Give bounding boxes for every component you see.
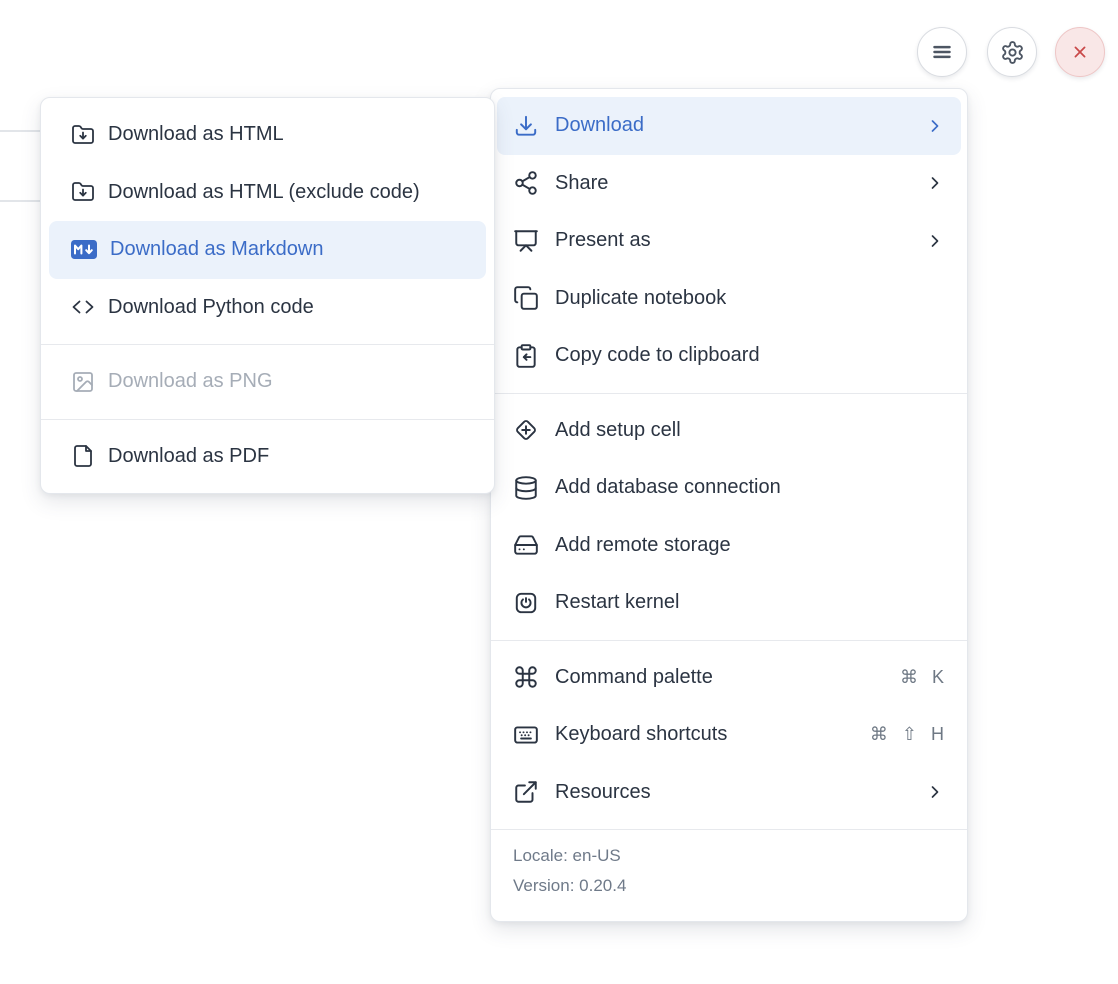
version-text: Version: 0.20.4	[513, 871, 945, 901]
menu-item-add-database-connection[interactable]: Add database connection	[491, 459, 967, 517]
hard-drive-icon	[513, 532, 539, 558]
image-icon	[71, 370, 95, 394]
menu-item-copy-code[interactable]: Copy code to clipboard	[491, 327, 967, 385]
menu-item-label: Download as HTML	[108, 123, 284, 146]
clipboard-copy-icon	[513, 343, 539, 369]
menu-divider	[41, 419, 494, 420]
submenu-item-download-python-code[interactable]: Download Python code	[41, 279, 494, 337]
settings-button[interactable]	[987, 27, 1037, 77]
menu-divider	[41, 344, 494, 345]
menu-item-label: Add remote storage	[555, 534, 731, 557]
menu-item-label: Duplicate notebook	[555, 287, 726, 310]
menu-item-command-palette[interactable]: Command palette ⌘ K	[491, 649, 967, 707]
database-icon	[513, 475, 539, 501]
chevron-right-icon	[925, 116, 945, 136]
download-icon	[513, 113, 539, 139]
submenu-item-download-html-exclude-code[interactable]: Download as HTML (exclude code)	[41, 164, 494, 222]
chevron-right-icon	[925, 782, 945, 802]
menu-item-label: Download as PDF	[108, 445, 269, 468]
menu-item-label: Download as HTML (exclude code)	[108, 181, 420, 204]
shortcut-hint: ⌘ ⇧ H	[870, 724, 945, 745]
menu-divider	[491, 640, 967, 641]
menu-item-label: Keyboard shortcuts	[555, 723, 727, 746]
submenu-item-download-png[interactable]: Download as PNG	[41, 353, 494, 411]
keyboard-icon	[513, 722, 539, 748]
external-link-icon	[513, 779, 539, 805]
download-submenu: Download as HTML Download as HTML (exclu…	[40, 97, 495, 494]
code-icon	[71, 295, 95, 319]
menu-item-duplicate-notebook[interactable]: Duplicate notebook	[491, 270, 967, 328]
folder-download-icon	[71, 180, 95, 204]
menu-item-label: Copy code to clipboard	[555, 344, 760, 367]
menu-item-resources[interactable]: Resources	[491, 764, 967, 822]
command-icon	[513, 664, 539, 690]
menu-item-label: Download	[555, 114, 644, 137]
gear-icon	[1000, 40, 1025, 65]
menu-item-label: Add database connection	[555, 476, 781, 499]
menu-item-label: Present as	[555, 229, 651, 252]
menu-item-label: Command palette	[555, 666, 713, 689]
menu-item-label: Add setup cell	[555, 419, 681, 442]
menu-item-add-remote-storage[interactable]: Add remote storage	[491, 517, 967, 575]
notebook-menu: Download Share Present as Duplicate note…	[490, 88, 968, 922]
background-cell-border	[0, 200, 41, 202]
diamond-plus-icon	[513, 417, 539, 443]
menu-item-label: Download as PNG	[108, 370, 273, 393]
close-button[interactable]	[1055, 27, 1105, 77]
menu-item-keyboard-shortcuts[interactable]: Keyboard shortcuts ⌘ ⇧ H	[491, 706, 967, 764]
locale-text: Locale: en-US	[513, 841, 945, 871]
background-cell-border	[0, 130, 41, 132]
menu-footer: Locale: en-US Version: 0.20.4	[491, 829, 967, 913]
menu-item-add-setup-cell[interactable]: Add setup cell	[491, 402, 967, 460]
file-icon	[71, 444, 95, 468]
menu-item-present-as[interactable]: Present as	[491, 212, 967, 270]
folder-download-icon	[71, 123, 95, 147]
menu-toggle-button[interactable]	[917, 27, 967, 77]
menu-divider	[491, 393, 967, 394]
menu-item-share[interactable]: Share	[491, 155, 967, 213]
share-icon	[513, 170, 539, 196]
hamburger-icon	[929, 39, 955, 65]
power-icon	[513, 590, 539, 616]
menu-item-download[interactable]: Download	[497, 97, 961, 155]
submenu-item-download-html[interactable]: Download as HTML	[41, 106, 494, 164]
duplicate-icon	[513, 285, 539, 311]
submenu-item-download-pdf[interactable]: Download as PDF	[41, 428, 494, 486]
menu-item-label: Share	[555, 172, 608, 195]
chevron-right-icon	[925, 231, 945, 251]
menu-item-restart-kernel[interactable]: Restart kernel	[491, 574, 967, 632]
menu-item-label: Download Python code	[108, 296, 314, 319]
presentation-icon	[513, 228, 539, 254]
shortcut-hint: ⌘ K	[900, 667, 945, 688]
markdown-icon	[71, 240, 97, 259]
close-icon	[1070, 42, 1090, 62]
chevron-right-icon	[925, 173, 945, 193]
menu-item-label: Download as Markdown	[110, 238, 323, 261]
menu-item-label: Resources	[555, 781, 651, 804]
menu-item-label: Restart kernel	[555, 591, 680, 614]
submenu-item-download-markdown[interactable]: Download as Markdown	[49, 221, 486, 279]
